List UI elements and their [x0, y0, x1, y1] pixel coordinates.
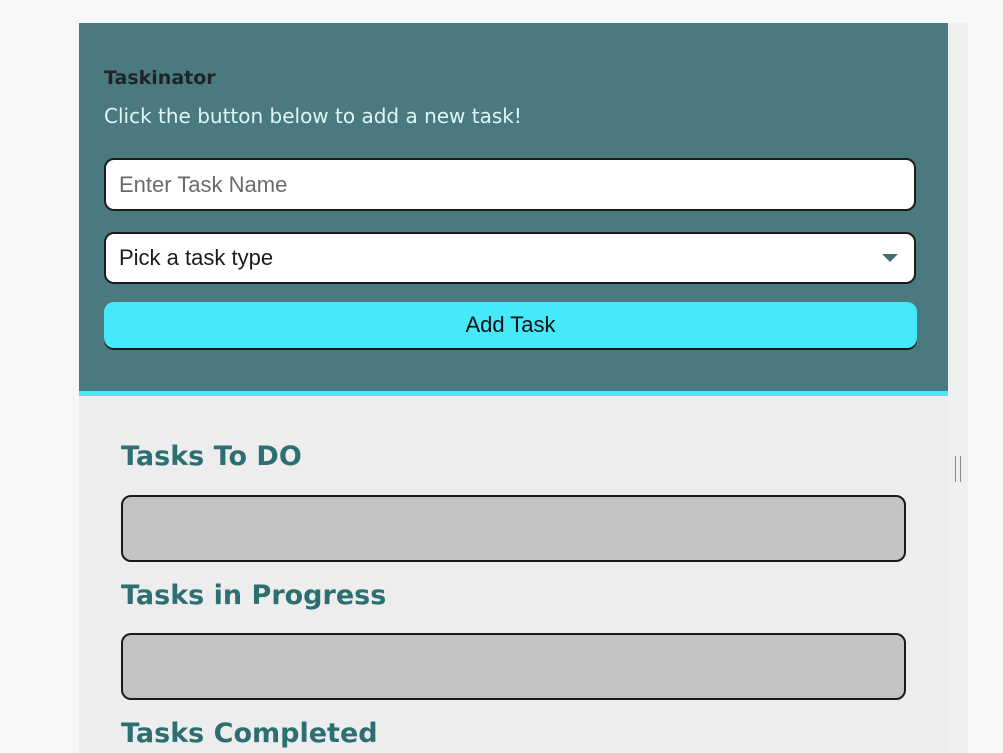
- tasks-to-do-list: [121, 495, 906, 562]
- task-name-input[interactable]: [104, 158, 916, 211]
- scrollbar-track[interactable]: [948, 23, 968, 753]
- page-header: Taskinator Click the button below to add…: [79, 23, 948, 396]
- scrollbar-grip[interactable]: [955, 456, 961, 482]
- app-title: Taskinator: [104, 67, 216, 89]
- caret-down-icon: [882, 254, 898, 262]
- header-subtitle: Click the button below to add a new task…: [104, 104, 522, 128]
- section-title-tasks-completed: Tasks Completed: [121, 718, 378, 749]
- task-type-select[interactable]: Pick a task type: [104, 232, 916, 284]
- app-page: Taskinator Click the button below to add…: [79, 23, 948, 753]
- tasks-in-progress-list: [121, 633, 906, 700]
- section-title-tasks-to-do: Tasks To DO: [121, 441, 302, 472]
- section-title-tasks-in-progress: Tasks in Progress: [121, 580, 387, 611]
- add-task-button[interactable]: Add Task: [104, 302, 917, 348]
- task-type-selected-value: Pick a task type: [119, 245, 274, 270]
